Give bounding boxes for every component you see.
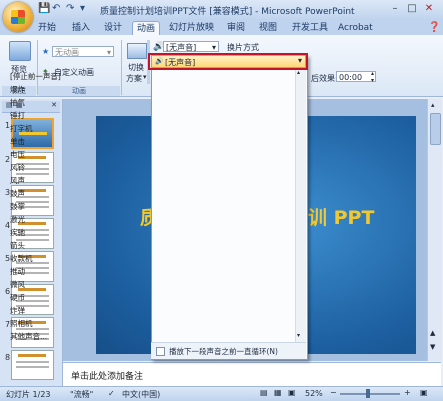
sound-option[interactable]: 微风 xyxy=(10,278,25,291)
sound-option[interactable]: 锤打 xyxy=(10,109,25,122)
auto-switch-time-value: 00:00 xyxy=(339,73,363,82)
fit-window-icon[interactable]: ▣ xyxy=(420,388,428,397)
notes-placeholder: 单击此处添加备注 xyxy=(71,372,144,382)
window-title: 质量控制计划培训PPT文件 [兼容模式] - Microsoft PowerPo… xyxy=(100,7,355,17)
sound-option[interactable]: 推动 xyxy=(10,265,25,278)
sound-option[interactable]: 打字机 xyxy=(10,122,33,135)
close-icon[interactable]: ✕ xyxy=(51,101,57,109)
sound-select[interactable]: [无声音] ▾ xyxy=(163,41,219,52)
tab-review[interactable]: 审阅 xyxy=(223,21,249,35)
minimize-button[interactable]: – xyxy=(387,2,403,16)
close-button[interactable]: ✕ xyxy=(421,2,437,16)
sound-option[interactable]: 箭头 xyxy=(10,239,25,252)
zoom-out-icon[interactable]: − xyxy=(330,388,337,397)
sound-option[interactable]: 炸弹 xyxy=(10,304,25,317)
transition-scheme-icon[interactable] xyxy=(127,43,147,59)
transition-scheme-label[interactable]: 切换 xyxy=(128,62,144,73)
spell-check-icon[interactable]: ✓ xyxy=(108,389,115,398)
sound-option[interactable]: 收款机 xyxy=(10,252,33,265)
preview-icon[interactable] xyxy=(9,41,31,61)
transition-scheme-label-2[interactable]: 方案 xyxy=(126,73,142,84)
sound-option[interactable]: 单击 xyxy=(10,135,25,148)
scroll-up-icon[interactable]: ▴ xyxy=(431,101,435,109)
sound-option[interactable]: 风声 xyxy=(10,174,25,187)
sound-select-value: [无声音] xyxy=(166,43,197,52)
tab-developer[interactable]: 开发工具 xyxy=(288,21,332,35)
zoom-slider[interactable] xyxy=(340,393,400,395)
theme-name: "流畅" xyxy=(70,390,94,399)
notes-pane[interactable]: 单击此处添加备注 xyxy=(63,362,441,387)
help-icon[interactable]: ❓ xyxy=(428,22,440,33)
language[interactable]: 中文(中国) xyxy=(122,389,160,400)
sound-option[interactable]: 照相机 xyxy=(10,317,33,330)
quick-access-more-icon[interactable]: ▾ xyxy=(80,3,85,14)
slide-number: 8 xyxy=(5,353,11,362)
dropdown-scrollbar[interactable]: ▴ ▾ xyxy=(295,69,306,342)
sound-option[interactable]: 电压 xyxy=(10,148,25,161)
loop-checkbox[interactable] xyxy=(156,347,165,356)
sound-option[interactable]: [停止前一声音] xyxy=(10,70,61,83)
tab-view[interactable]: 视图 xyxy=(255,21,281,35)
office-button[interactable] xyxy=(3,2,33,32)
group-divider xyxy=(121,40,122,95)
tab-design[interactable]: 设计 xyxy=(100,21,126,35)
maximize-button[interactable]: □ xyxy=(404,2,420,16)
chevron-down-icon: ▾ xyxy=(211,43,216,52)
slide-info: 幻灯片 1/23 xyxy=(6,390,51,399)
sound-option[interactable]: 鼓声 xyxy=(10,187,25,200)
save-icon[interactable]: 💾 xyxy=(38,3,50,14)
next-slide-icon[interactable]: ▼ xyxy=(430,343,435,351)
status-bar: 幻灯片 1/23 "流畅" ✓ 中文(中国) ▤ ▦ ▣ 52% − + ▣ xyxy=(0,386,443,401)
animation-select[interactable]: 无动画 ▾ xyxy=(52,46,114,57)
zoom-in-icon[interactable]: + xyxy=(404,388,411,397)
switch-mode-label: 换片方式 xyxy=(227,43,259,52)
sound-option[interactable]: 鼓掌 xyxy=(10,200,25,213)
sound-option[interactable]: 风铃 xyxy=(10,161,25,174)
slide-sorter-icon[interactable]: ▦ xyxy=(274,388,282,397)
tab-home[interactable]: 开始 xyxy=(34,21,60,35)
scroll-down-icon[interactable]: ▾ xyxy=(297,332,300,339)
sound-dropdown-list xyxy=(151,55,308,360)
sound-option[interactable]: 激光 xyxy=(10,213,25,226)
auto-switch-time-input[interactable]: 00:00 ▴ ▾ xyxy=(336,70,376,84)
tab-animation[interactable]: 动画 xyxy=(132,21,161,36)
spinner-icon[interactable]: ▴ ▾ xyxy=(371,70,374,84)
normal-view-icon[interactable]: ▤ xyxy=(260,388,268,397)
scroll-up-icon[interactable]: ▴ xyxy=(297,69,300,76)
sound-option[interactable]: 爆炸 xyxy=(10,83,25,96)
tab-acrobat[interactable]: Acrobat xyxy=(334,21,377,35)
zoom-level[interactable]: 52% xyxy=(305,389,323,398)
auto-switch-label: 后效果: xyxy=(311,74,338,83)
animation-icon: ★ xyxy=(42,47,50,56)
tab-slideshow[interactable]: 幻灯片放映 xyxy=(165,21,218,35)
scroll-thumb[interactable] xyxy=(430,113,441,145)
sound-option[interactable]: 抽气 xyxy=(10,96,25,109)
chevron-down-icon: ▾ xyxy=(143,73,147,81)
slide-title-right: 训 PPT xyxy=(308,207,375,229)
highlight-box xyxy=(148,53,308,70)
tab-insert[interactable]: 插入 xyxy=(68,21,94,35)
chevron-down-icon: ▾ xyxy=(106,48,111,57)
vertical-scrollbar[interactable]: ▴ ▲ ▼ xyxy=(427,99,442,361)
slideshow-icon[interactable]: ▣ xyxy=(288,388,296,397)
previous-slide-icon[interactable]: ▲ xyxy=(430,329,435,337)
loop-sound-option[interactable]: 播放下一段声音之前一直循环(N) xyxy=(151,342,306,359)
zoom-slider-handle[interactable] xyxy=(366,389,370,398)
undo-icon[interactable]: ↶ xyxy=(52,3,60,14)
sound-option[interactable]: 疾驰 xyxy=(10,226,25,239)
loop-sound-label: 播放下一段声音之前一直循环(N) xyxy=(169,347,278,356)
sound-option[interactable]: 硬币 xyxy=(10,291,25,304)
animation-group-label: 动画 xyxy=(38,86,120,96)
redo-icon[interactable]: ↷ xyxy=(66,3,74,14)
sound-option-more[interactable]: 其他声音... xyxy=(10,330,47,343)
slide-thumbnail[interactable] xyxy=(11,350,54,380)
animation-select-value: 无动画 xyxy=(55,48,79,57)
